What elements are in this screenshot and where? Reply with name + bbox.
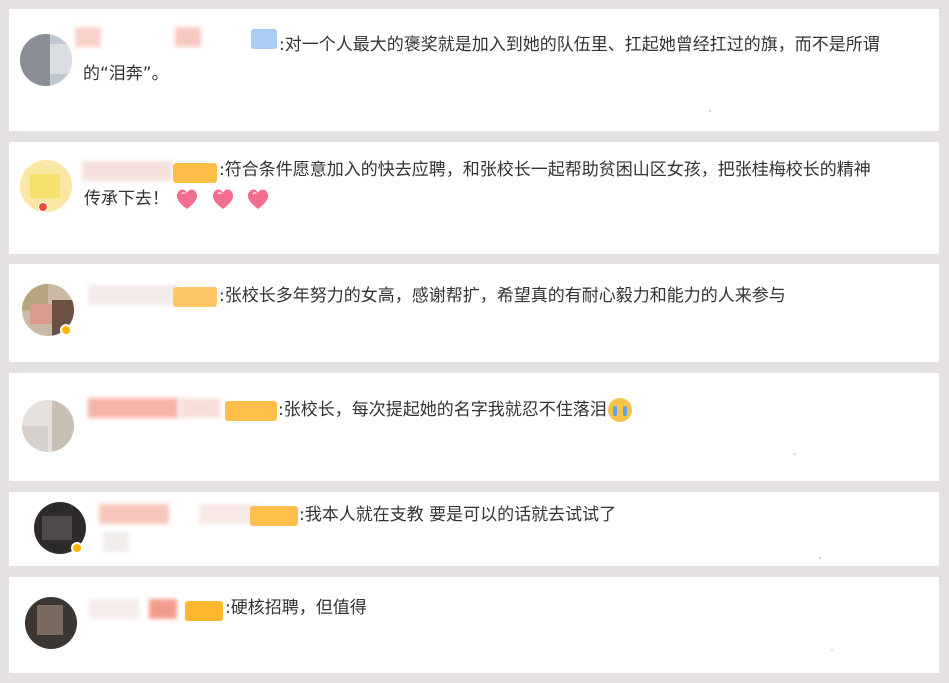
comment-text: :张校长，每次提起她的名字我就忍不住落泪 (278, 396, 632, 425)
user-level-badge (225, 401, 277, 421)
comment-text: :符合条件愿意加入的快去应聘，和张校长一起帮助贫困山区女孩，把张桂梅校长的精神 … (84, 156, 871, 214)
verified-badge (71, 542, 83, 554)
user-level-badge (251, 29, 277, 49)
user-level-badge (250, 506, 298, 526)
comment-card: :张校长多年努力的女高，感谢帮扩，希望真的有耐心毅力和能力的人来参与 (9, 264, 939, 362)
comment-card: :张校长，每次提起她的名字我就忍不住落泪 (9, 373, 939, 481)
divider-dot (831, 649, 833, 651)
avatar[interactable] (25, 597, 77, 649)
comment-line: :对一个人最大的褒奖就是加入到她的队伍里、扛起她曾经扛过的旗，而不是所谓 (279, 35, 880, 55)
comment-card: :我本人就在支教 要是可以的话就去试试了 (9, 492, 939, 566)
heart-emoji-icon (212, 189, 233, 209)
comment-card: :硬核招聘，但值得 (9, 577, 939, 673)
comment-text: :对一个人最大的褒奖就是加入到她的队伍里、扛起她曾经扛过的旗，而不是所谓 的“泪… (83, 31, 880, 89)
user-level-badge (185, 601, 223, 621)
user-level-badge (173, 287, 217, 307)
comment-line: :张校长，每次提起她的名字我就忍不住落泪 (278, 400, 607, 420)
comment-card: :符合条件愿意加入的快去应聘，和张校长一起帮助贫困山区女孩，把张桂梅校长的精神 … (9, 142, 939, 254)
avatar[interactable] (20, 34, 72, 86)
heart-emoji-icon (177, 189, 198, 209)
username[interactable] (75, 25, 275, 49)
verified-badge (60, 324, 72, 336)
divider-dot (819, 557, 821, 559)
divider-dot (794, 453, 796, 455)
comment-line: :符合条件愿意加入的快去应聘，和张校长一起帮助贫困山区女孩，把张桂梅校长的精神 (219, 160, 871, 180)
comment-text: :我本人就在支教 要是可以的话就去试试了 (299, 501, 616, 530)
divider-dot (709, 110, 711, 112)
comment-line: :我本人就在支教 要是可以的话就去试试了 (299, 505, 617, 525)
comment-line: :张校长多年努力的女高，感谢帮扩，希望真的有耐心毅力和能力的人来参与 (219, 286, 786, 306)
heart-emoji-icon (248, 189, 269, 209)
comment-text: :硬核招聘，但值得 (225, 594, 367, 623)
comment-line: 传承下去！ (84, 189, 169, 209)
comment-text: :张校长多年努力的女高，感谢帮扩，希望真的有耐心毅力和能力的人来参与 (219, 282, 786, 311)
crying-emoji-icon (607, 398, 632, 422)
verified-badge (38, 202, 48, 212)
comment-line: :硬核招聘，但值得 (225, 598, 367, 618)
avatar[interactable] (22, 400, 74, 452)
comment-line: 的“泪奔”。 (83, 64, 169, 84)
comment-card: :对一个人最大的褒奖就是加入到她的队伍里、扛起她曾经扛过的旗，而不是所谓 的“泪… (9, 9, 939, 131)
user-level-badge (173, 163, 217, 183)
